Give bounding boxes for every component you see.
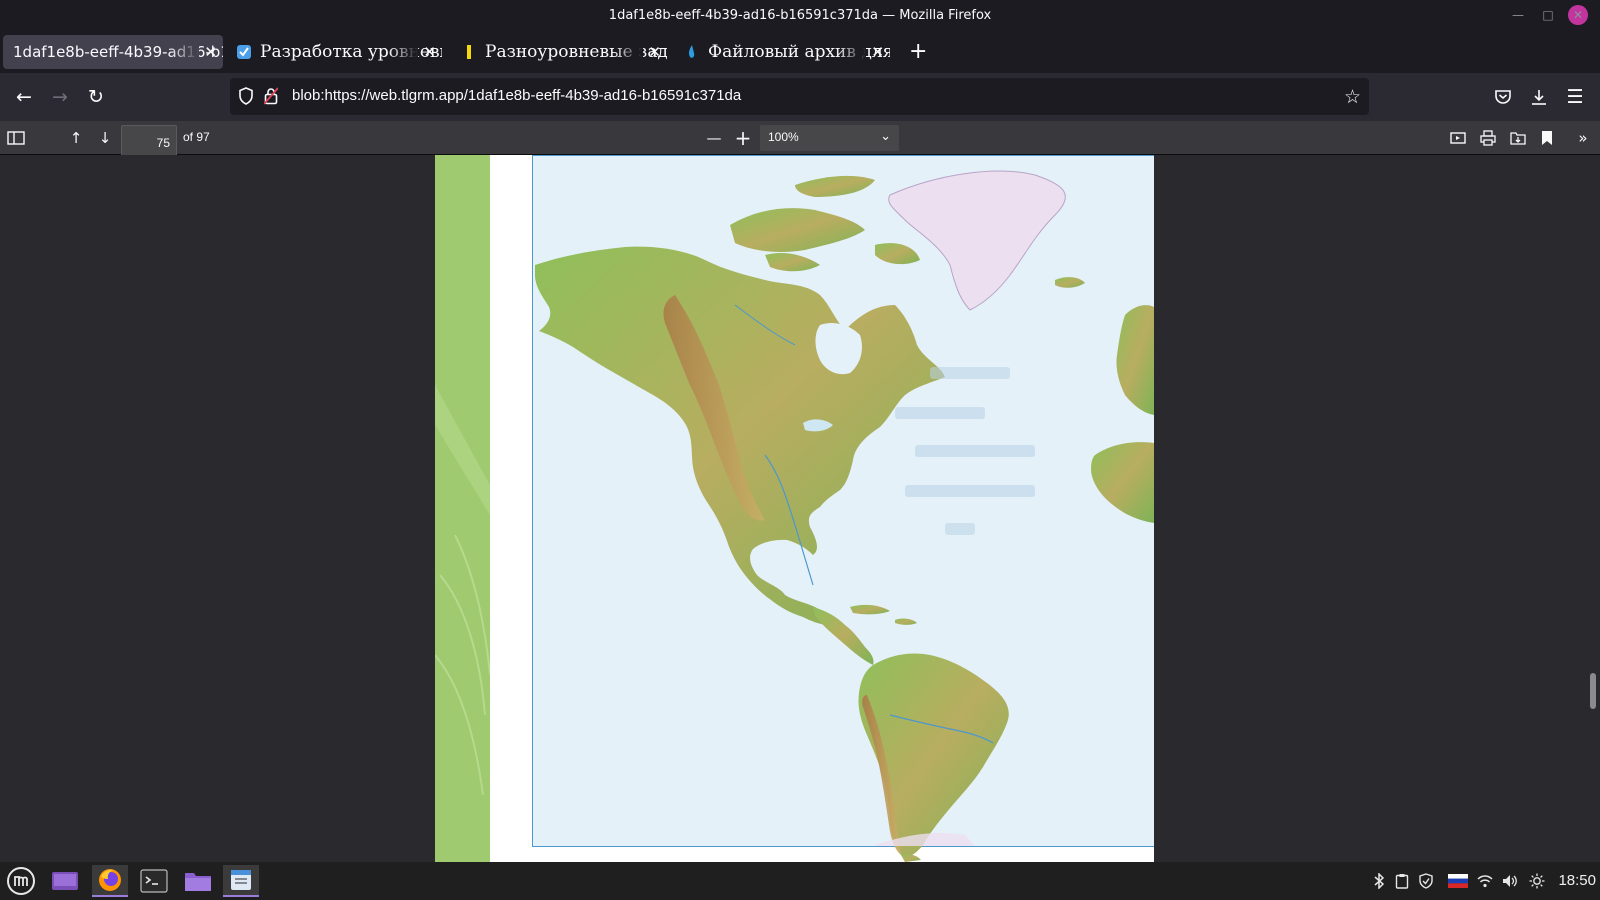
window-title: 1daf1e8b-eeff-4b39-ad16-b16591c371da — M… (608, 8, 992, 23)
presentation-mode-icon[interactable] (1447, 127, 1469, 149)
save-document-icon[interactable] (1507, 127, 1529, 149)
files-folder-icon[interactable] (180, 865, 216, 897)
bluetooth-icon[interactable] (1369, 871, 1389, 891)
pocket-icon[interactable] (1491, 85, 1515, 109)
forward-arrow-icon[interactable]: → (48, 85, 72, 109)
zoom-value: 100% (768, 130, 799, 144)
green-margin-strip (435, 155, 490, 862)
tab-pdf-document[interactable]: 1daf1e8b-eeff-4b39-ad16-b16591c371da ✕ (3, 35, 223, 69)
maximize-icon[interactable]: □ (1538, 5, 1558, 25)
blue-drop-icon (684, 44, 700, 60)
terminal-icon[interactable] (136, 865, 172, 897)
previous-page-icon[interactable]: ↑ (65, 127, 87, 149)
bookmark-star-icon[interactable]: ☆ (1344, 86, 1361, 108)
tab-close-icon[interactable]: ✕ (423, 43, 436, 61)
back-arrow-icon[interactable]: ← (12, 85, 36, 109)
wifi-icon[interactable] (1475, 871, 1495, 891)
new-tab-icon[interactable]: + (909, 39, 927, 64)
tools-chevron-icon[interactable]: » (1572, 127, 1594, 149)
tab-close-icon[interactable]: ✕ (871, 43, 884, 61)
tab-strip: 1daf1e8b-eeff-4b39-ad16-b16591c371da ✕ Р… (0, 31, 1600, 73)
pdf-page (435, 155, 1154, 862)
update-shield-icon[interactable] (1416, 871, 1436, 891)
download-icon[interactable] (1527, 85, 1551, 109)
pdf-viewer[interactable] (0, 155, 1600, 862)
scrollbar-thumb[interactable] (1590, 673, 1596, 709)
firefox-taskbar-icon[interactable] (92, 865, 128, 897)
taskbar: 18:50 (0, 862, 1600, 900)
clipboard-icon[interactable] (1392, 871, 1412, 891)
tracking-shield-icon[interactable] (238, 87, 254, 109)
close-window-icon[interactable]: ✕ (1568, 5, 1588, 25)
tab-close-icon[interactable]: ✕ (204, 43, 217, 61)
clock[interactable]: 18:50 (1558, 872, 1596, 889)
tab-raznourovnevye[interactable]: Разноуровневые задания ✕ (451, 35, 667, 69)
page-number-input[interactable]: 75 (121, 125, 177, 159)
address-bar[interactable]: blob:https://web.tlgrm.app/1daf1e8b-eeff… (230, 78, 1369, 115)
page-count: of 97 (183, 130, 210, 144)
tab-close-icon[interactable]: ✕ (648, 43, 661, 61)
zoom-out-icon[interactable]: — (703, 127, 725, 149)
text-editor-icon[interactable] (223, 865, 259, 897)
hamburger-menu-icon[interactable]: ☰ (1563, 85, 1587, 109)
url-text[interactable]: blob:https://web.tlgrm.app/1daf1e8b-eeff… (292, 87, 741, 104)
navigation-bar: ← → ↻ blob:https://web.tlgrm.app/1daf1e8… (0, 73, 1600, 121)
insecure-lock-icon[interactable] (263, 87, 279, 109)
next-page-icon[interactable]: ↓ (94, 127, 116, 149)
print-icon[interactable] (1477, 127, 1499, 149)
reload-icon[interactable]: ↻ (84, 85, 108, 109)
show-desktop-icon[interactable] (47, 865, 83, 897)
pdf-toolbar: ↑ ↓ 75 of 97 — + 100% ⌄ » (0, 121, 1600, 159)
zoom-select[interactable]: 100% ⌄ (760, 125, 899, 151)
window-titlebar: 1daf1e8b-eeff-4b39-ad16-b16591c371da — M… (0, 0, 1600, 31)
americas-physical-map (435, 155, 1154, 862)
mint-menu-icon[interactable] (3, 865, 39, 897)
checkbox-icon (236, 44, 252, 60)
yellow-bar-icon (461, 44, 477, 60)
brightness-icon[interactable] (1527, 871, 1547, 891)
bookmark-icon[interactable] (1536, 127, 1558, 149)
keyboard-layout-flag-icon[interactable] (1447, 871, 1469, 891)
chevron-down-icon: ⌄ (880, 128, 891, 143)
tab-failovyi-arhiv[interactable]: Файловый архив для ✕ (674, 35, 890, 69)
tab-razrabotka[interactable]: Разработка уровневых ✕ (226, 35, 442, 69)
minimize-icon[interactable]: — (1508, 5, 1528, 25)
sidebar-toggle-icon[interactable] (5, 127, 27, 149)
volume-icon[interactable] (1500, 871, 1520, 891)
zoom-in-icon[interactable]: + (732, 126, 754, 150)
